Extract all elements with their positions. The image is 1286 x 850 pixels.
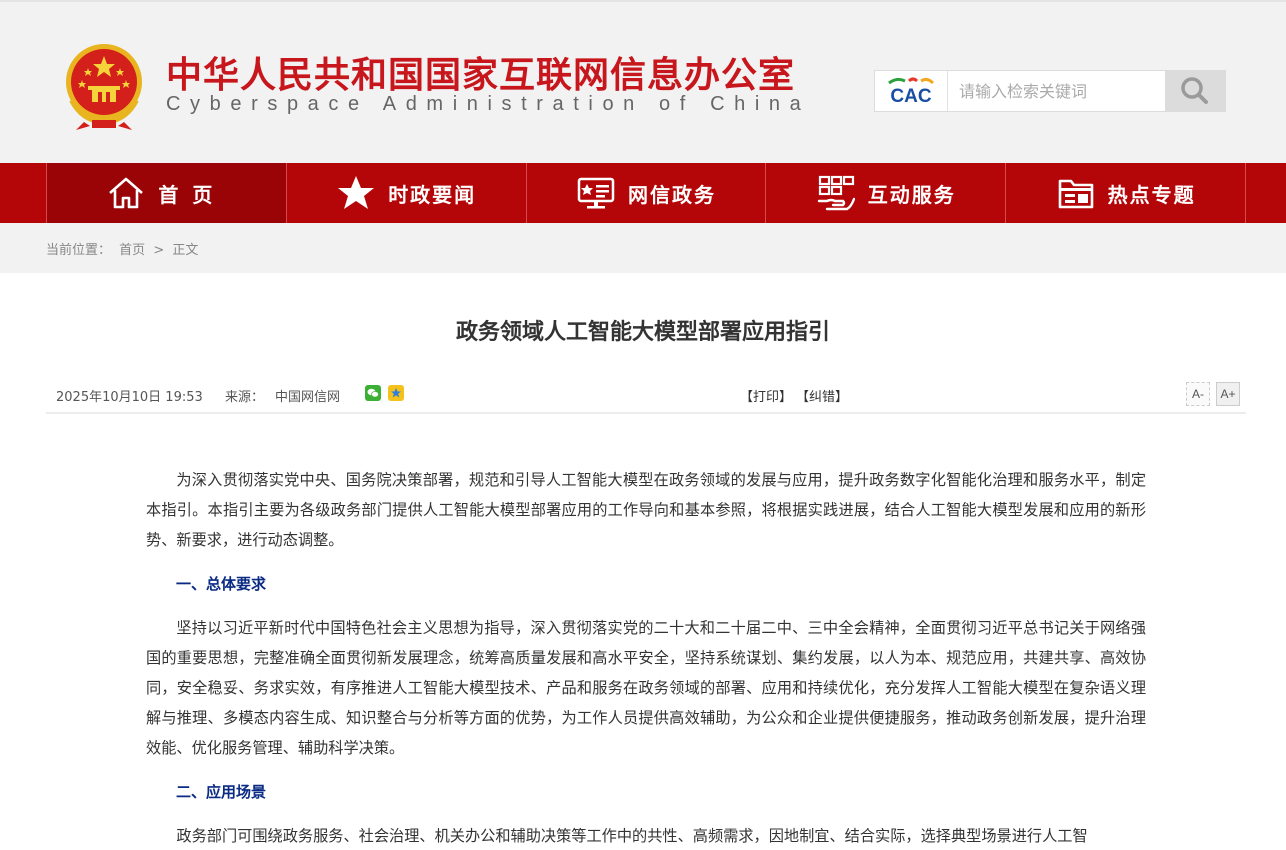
breadcrumb: 当前位置： 首页 > 正文 <box>46 239 202 258</box>
nav-label: 时政要闻 <box>388 182 477 207</box>
source-name: 中国网信网 <box>275 390 341 405</box>
search-icon <box>1181 77 1208 104</box>
nav-item-topics[interactable]: 热点专题 <box>1006 163 1246 223</box>
star-icon <box>336 175 376 211</box>
nav-label: 互动服务 <box>867 182 956 207</box>
nav-item-affairs[interactable]: 网信政务 <box>527 163 767 223</box>
search-button[interactable] <box>1165 71 1225 111</box>
presentation-icon <box>576 175 616 211</box>
breadcrumb-label: 当前位置： <box>46 243 112 258</box>
article-meta: 2025年10月10日 19:53 来源： 中国网信网 【打印】 【纠错】 A-… <box>46 380 1246 414</box>
report-error-link[interactable]: 【纠错】 <box>796 386 848 405</box>
breadcrumb-bar: 当前位置： 首页 > 正文 <box>0 223 1286 273</box>
search-box: CAC <box>874 70 1226 112</box>
nav-item-home[interactable]: 首页 <box>47 163 287 223</box>
publish-date: 2025年10月10日 19:53 <box>56 390 203 405</box>
article-title: 政务领域人工智能大模型部署应用指引 <box>455 320 830 345</box>
section-heading: 二、应用场景 <box>176 783 267 801</box>
nav-item-news[interactable]: 时政要闻 <box>287 163 527 223</box>
paragraph-general-requirements: 坚持以习近平新时代中国特色社会主义思想为指导，深入贯彻落实党的二十大和二十届二中… <box>146 619 1146 757</box>
search-input[interactable] <box>949 71 1165 111</box>
nav-label: 网信政务 <box>627 182 716 207</box>
site-title: 中华人民共和国国家互联网信息办公室 <box>166 55 796 96</box>
breadcrumb-current: 正文 <box>172 243 199 258</box>
article-body: 为深入贯彻落实党中央、国务院决策部署，规范和引导人工智能大模型在政务领域的发展与… <box>146 465 1146 850</box>
paragraph-intro: 为深入贯彻落实党中央、国务院决策部署，规范和引导人工智能大模型在政务领域的发展与… <box>146 471 1146 549</box>
section-heading: 一、总体要求 <box>176 575 267 593</box>
paragraph-application-scenarios: 政务部门可围绕政务服务、社会治理、机关办公和辅助决策等工作中的共性、高频需求，因… <box>176 827 1088 845</box>
breadcrumb-separator: > <box>153 243 165 258</box>
source-label: 来源： <box>225 390 265 405</box>
nav-label: 首页 <box>158 182 227 207</box>
main-nav: 首页 时政要闻 网信政务 互动服务 热点专题 <box>0 163 1286 223</box>
nav-item-services[interactable]: 互动服务 <box>766 163 1007 223</box>
site-header: 中华人民共和国国家互联网信息办公室 Cyberspace Administrat… <box>0 0 1286 163</box>
print-link[interactable]: 【打印】 <box>740 386 792 405</box>
breadcrumb-home-link[interactable]: 首页 <box>119 243 145 258</box>
font-decrease-button[interactable]: A- <box>1186 382 1210 406</box>
svg-text:CAC: CAC <box>890 86 931 105</box>
home-icon <box>106 175 146 211</box>
folder-icon <box>1056 175 1096 211</box>
nav-label: 热点专题 <box>1107 182 1196 207</box>
wechat-share-icon[interactable] <box>365 385 381 401</box>
font-increase-button[interactable]: A+ <box>1216 382 1240 406</box>
qzone-share-icon[interactable] <box>388 385 404 401</box>
service-hand-icon <box>816 175 856 211</box>
national-emblem-icon <box>62 42 146 130</box>
site-subtitle: Cyberspace Administration of China <box>166 93 811 115</box>
cac-logo: CAC <box>875 71 948 111</box>
